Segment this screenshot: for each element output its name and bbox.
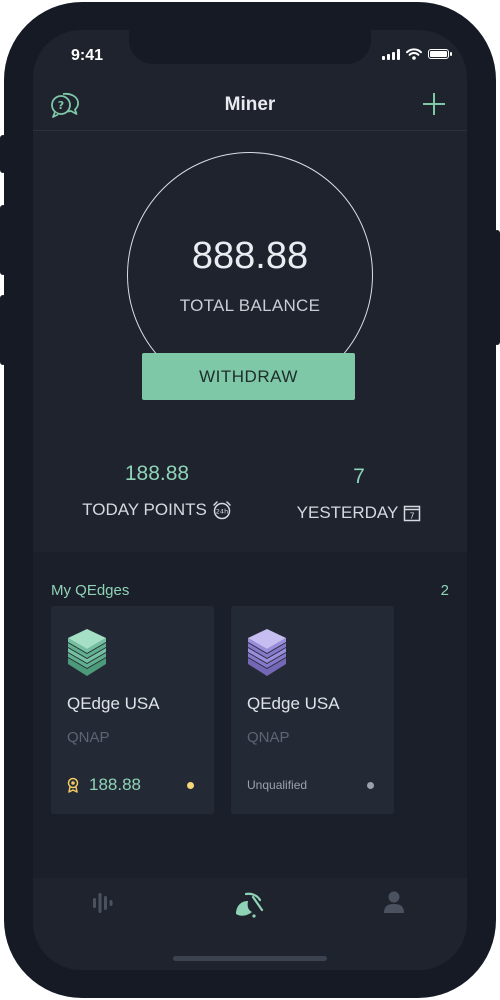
svg-text:24h: 24h: [216, 508, 228, 516]
status-dot: [187, 781, 194, 789]
qedge-count: 2: [440, 582, 449, 599]
calendar-7-icon: 7: [404, 505, 421, 522]
my-qedges-section: My QEdges 2 QEdge USA QNAP 188.88 QEdge …: [33, 552, 467, 878]
mining-icon[interactable]: [232, 890, 266, 920]
qedge-brand: QNAP: [67, 729, 110, 746]
section-title: My QEdges: [51, 582, 130, 599]
screen: 9:41 ? Miner 888.88 TOTAL BALANCE WITHDR…: [33, 30, 467, 970]
award-icon: [67, 777, 79, 793]
user-icon[interactable]: [383, 890, 405, 914]
qedge-status: Unqualified: [247, 778, 308, 792]
power-button: [494, 230, 500, 345]
qedge-footer: Unqualified: [247, 776, 374, 794]
wifi-icon: [406, 48, 422, 60]
qedge-footer: 188.88: [67, 775, 194, 794]
volume-up-button: [0, 205, 6, 275]
total-balance-label: TOTAL BALANCE: [179, 296, 321, 315]
today-points-label-row: TODAY POINTS 24h: [73, 500, 241, 520]
alarm-24h-icon: 24h: [213, 501, 231, 520]
svg-text:7: 7: [410, 512, 415, 521]
phone-frame: 9:41 ? Miner 888.88 TOTAL BALANCE WITHDR…: [0, 0, 500, 1000]
waveform-icon[interactable]: [91, 890, 115, 916]
yesterday-value: 7: [353, 465, 365, 488]
yesterday-label: YESTERDAY: [296, 503, 399, 522]
notch: [129, 30, 371, 64]
header: ? Miner: [33, 86, 467, 131]
status-time: 9:41: [71, 47, 104, 64]
yesterday-stat: 7 YESTERDAY 7: [291, 465, 427, 523]
qedge-points: 188.88: [89, 775, 141, 794]
qedge-card[interactable]: QEdge USA QNAP 188.88: [51, 606, 214, 814]
yesterday-label-row: YESTERDAY 7: [291, 503, 427, 523]
status-dot: [367, 781, 374, 789]
page-title: Miner: [224, 94, 276, 115]
today-points-label: TODAY POINTS: [82, 500, 207, 519]
today-points-stat: 188.88 TODAY POINTS 24h: [73, 462, 241, 520]
qedge-brand: QNAP: [247, 729, 290, 746]
qedge-card[interactable]: QEdge USA QNAP Unqualified: [231, 606, 394, 814]
qedge-name: QEdge USA: [67, 694, 160, 713]
server-stack-icon: [248, 629, 286, 676]
server-stack-icon: [68, 629, 106, 676]
qedge-name: QEdge USA: [247, 694, 340, 713]
volume-down-button: [0, 295, 6, 365]
today-points-value: 188.88: [124, 462, 190, 485]
home-indicator[interactable]: [173, 956, 327, 961]
status-icons: [382, 48, 452, 60]
battery-icon: [428, 49, 452, 59]
withdraw-button[interactable]: WITHDRAW: [142, 353, 355, 400]
mute-switch: [0, 135, 6, 173]
total-balance-value: 888.88: [191, 235, 309, 277]
plus-icon[interactable]: [421, 91, 447, 117]
signal-icon: [382, 48, 400, 60]
